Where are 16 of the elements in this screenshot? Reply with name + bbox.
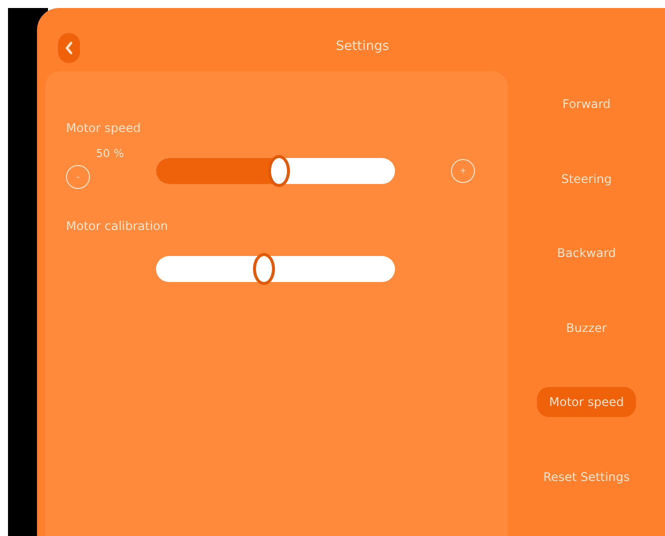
menu-item[interactable]: Buzzer [554, 312, 619, 342]
slider-label: Motor speed [66, 121, 142, 135]
increase-button[interactable]: + [451, 159, 475, 183]
decrease-button[interactable]: - [66, 165, 90, 189]
menu-item[interactable]: Forward [550, 89, 623, 119]
menu-item[interactable]: Backward [545, 238, 628, 268]
screen-title: Settings [334, 39, 390, 54]
slider-label: Motor calibration [66, 219, 169, 233]
back-button[interactable] [58, 33, 80, 63]
menu-item[interactable]: Reset Settings [531, 462, 642, 492]
slider-value: 50 % [96, 147, 124, 160]
menu-item[interactable]: Motor speed [537, 387, 636, 417]
menu-item[interactable]: Steering [549, 164, 624, 194]
back-icon [64, 41, 74, 55]
slider-thumb[interactable] [268, 155, 290, 187]
slider-thumb[interactable] [253, 253, 276, 285]
